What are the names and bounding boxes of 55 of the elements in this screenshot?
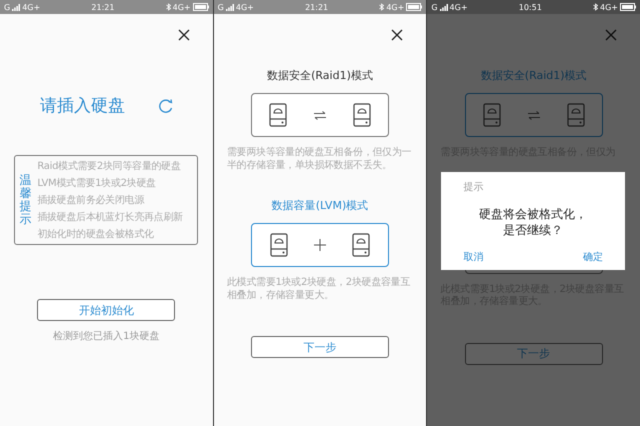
hard-drive-icon	[566, 103, 585, 127]
mode-description: 需要两块等容量的硬盘互相备份，但仅为一半的存储容量，单块损坏数据不丢失。	[226, 147, 412, 172]
signal-icon	[440, 4, 448, 10]
tip-text: LVM模式需要1块或2块硬盘	[37, 176, 157, 190]
next-step-button[interactable]: 下一步	[464, 342, 603, 364]
carrier-label: G	[431, 2, 438, 12]
swap-arrows-icon	[312, 110, 327, 120]
bluetooth-icon	[379, 3, 384, 11]
mode-title: 数据容量(LVM)模式	[272, 198, 368, 213]
signal-icon	[12, 4, 20, 10]
status-time: 10:51	[518, 2, 542, 12]
dialog-button[interactable]: 确定	[583, 250, 603, 264]
battery-icon	[192, 3, 209, 11]
swap-arrows-icon	[526, 110, 541, 120]
battery-icon	[620, 3, 636, 11]
tip-text: 插拔硬盘前务必关闭电源	[37, 194, 146, 207]
bluetooth-icon	[593, 3, 598, 11]
carrier-label: G	[218, 2, 224, 12]
start-init-button[interactable]: 开始初始化	[37, 299, 176, 321]
dialog-title: 提示	[462, 181, 484, 194]
mode-description: 此模式需要1块或2块硬盘，2块硬盘容量互相叠加，存储容量更大。	[226, 277, 412, 302]
tip-text: Raid模式需要2块同等容量的硬盘	[37, 160, 182, 173]
tips-label: 温馨提示	[19, 174, 32, 226]
battery-icon	[406, 3, 422, 11]
network-label: 4G+	[386, 2, 404, 12]
hard-drive-icon	[352, 103, 371, 127]
status-time: 21:21	[91, 2, 114, 12]
hard-drive-icon	[270, 233, 288, 257]
mode-card[interactable]	[250, 223, 389, 267]
network-label: 4G+	[600, 2, 618, 12]
mode-title: 数据安全(Raid1)模式	[480, 68, 587, 83]
next-step-button[interactable]: 下一步	[250, 336, 389, 358]
network-label: 4G+	[22, 2, 40, 12]
tip-text: 插拔硬盘后本机蓝灯长亮再点刷新	[37, 210, 183, 224]
dialog-message: 硬盘将会被格式化，是否继续？	[478, 206, 588, 238]
hard-drive-icon	[482, 103, 501, 127]
screen-title: 请插入硬盘	[40, 95, 125, 117]
close-button[interactable]	[176, 28, 191, 42]
close-button[interactable]	[390, 28, 404, 42]
network-label: 4G+	[450, 2, 468, 12]
mode-card[interactable]	[250, 93, 389, 137]
signal-icon	[226, 4, 234, 10]
hard-drive-icon	[268, 103, 287, 127]
refresh-icon[interactable]	[158, 98, 173, 112]
bluetooth-icon	[166, 3, 171, 11]
tip-text: 初始化时的硬盘会被格式化	[37, 228, 155, 241]
hard-drive-icon	[352, 233, 370, 257]
detected-disk-note: 检测到您已插入1块硬盘	[53, 330, 160, 343]
mode-title: 数据安全(Raid1)模式	[267, 68, 373, 83]
carrier-label: G	[4, 2, 10, 12]
plus-icon	[314, 239, 326, 251]
network-label: 4G+	[172, 2, 191, 12]
status-time: 21:21	[305, 2, 328, 12]
network-label: 4G+	[236, 2, 254, 12]
dialog-button[interactable]: 取消	[463, 250, 484, 264]
